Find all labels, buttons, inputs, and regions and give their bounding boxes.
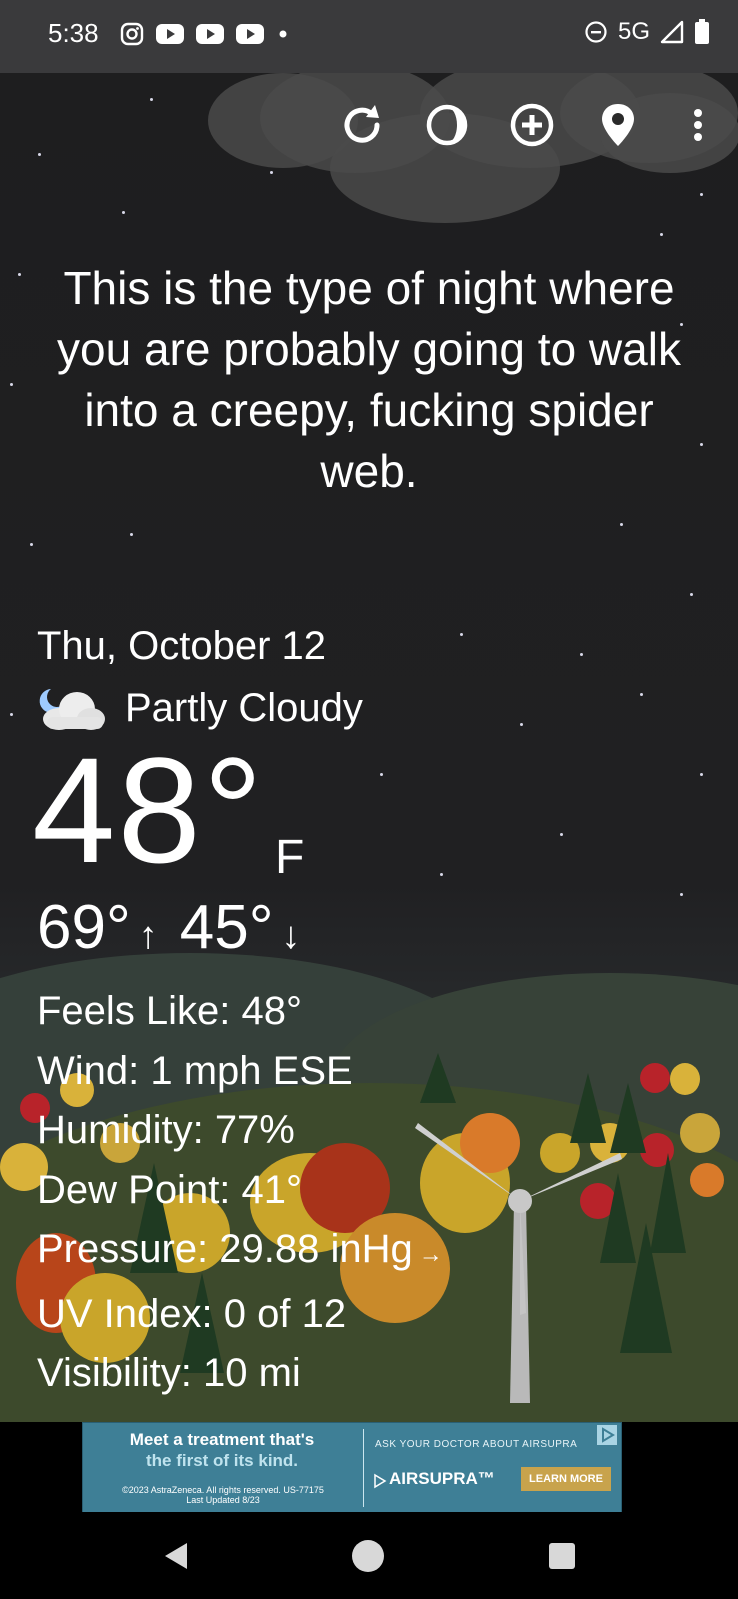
ad-divider (363, 1429, 364, 1507)
youtube-icon (156, 24, 184, 44)
home-icon (352, 1540, 384, 1572)
ad-ask-text: ASK YOUR DOCTOR ABOUT AIRSUPRA (375, 1439, 578, 1450)
ad-learn-more-button[interactable]: LEARN MORE (521, 1467, 611, 1491)
condition-row: Partly Cloudy (37, 685, 363, 731)
dot-icon (279, 30, 287, 38)
back-button[interactable] (154, 1534, 198, 1578)
ad-brand: AIRSUPRA™ (389, 1469, 495, 1488)
signal-icon (660, 20, 684, 44)
system-status: 5G (584, 18, 710, 46)
notification-icons (120, 22, 290, 46)
weather-details: Feels Like: 48° Wind: 1 mph ESE Humidity… (37, 982, 443, 1404)
instagram-icon (120, 22, 144, 46)
pressure-row: Pressure: 29.88 inHg → (37, 1220, 443, 1285)
pressure: Pressure: 29.88 inHg (37, 1227, 413, 1271)
ad-headline: Meet a treatment that's the first of its… (91, 1429, 353, 1471)
moon-phase-button[interactable] (419, 97, 475, 153)
ad-left-panel: Meet a treatment that's the first of its… (83, 1423, 361, 1513)
high-low-temperatures: 69° ↑ 45° ↓ (37, 892, 301, 963)
overflow-menu-icon (694, 109, 702, 141)
overflow-menu-button[interactable] (670, 97, 726, 153)
add-location-button[interactable] (504, 97, 560, 153)
inhaler-logo-icon (374, 1473, 387, 1489)
ad-banner[interactable]: Meet a treatment that's the first of its… (82, 1422, 622, 1514)
navigation-bar (0, 1512, 738, 1599)
add-location-icon (510, 103, 554, 147)
home-button[interactable] (346, 1534, 390, 1578)
condition-text: Partly Cloudy (125, 685, 363, 730)
back-icon (165, 1543, 187, 1569)
battery-icon (695, 19, 709, 44)
location-button[interactable] (590, 97, 646, 153)
youtube-icon (236, 24, 264, 44)
forecast-date: Thu, October 12 (37, 624, 327, 668)
wind: Wind: 1 mph ESE (37, 1048, 353, 1093)
top-toolbar (0, 97, 738, 153)
ad-headline-line2: the first of its kind. (145, 1451, 299, 1470)
ad-fine-print: ©2023 AstraZeneca. All rights reserved. … (122, 1485, 324, 1505)
partly-cloudy-night-icon (39, 689, 105, 730)
location-pin-icon (602, 104, 634, 146)
do-not-disturb-icon (585, 21, 607, 43)
refresh-button[interactable] (334, 97, 390, 153)
current-temperature: 48° (32, 726, 265, 894)
pressure-trend-icon: → (418, 1241, 443, 1268)
feels-like: Feels Like: 48° (37, 989, 303, 1033)
ad-choices-icon[interactable] (597, 1425, 617, 1445)
ad-headline-line1: Meet a treatment that's (129, 1430, 315, 1449)
high-temperature: 69° (37, 893, 131, 962)
network-type: 5G (617, 18, 650, 45)
temperature-unit: F (275, 831, 305, 884)
status-bar: 5:38 5G (0, 0, 738, 73)
uv-index: UV Index: 0 of 12 (37, 1291, 347, 1336)
down-arrow-icon: ↓ (281, 915, 301, 957)
low-temperature: 45° (179, 893, 274, 962)
status-time: 5:38 (48, 18, 99, 48)
windmill-graphic (415, 1123, 622, 1403)
dew-point: Dew Point: 41° (37, 1167, 303, 1212)
weather-quote: This is the type of night where you are … (57, 262, 681, 497)
recents-icon (549, 1543, 575, 1569)
refresh-icon (344, 105, 380, 143)
youtube-icon (196, 24, 224, 44)
recents-button[interactable] (540, 1534, 584, 1578)
moon-phase-icon (426, 104, 468, 146)
up-arrow-icon: ↑ (138, 915, 158, 957)
visibility: Visibility: 10 mi (37, 1351, 301, 1395)
humidity: Humidity: 77% (37, 1108, 295, 1152)
